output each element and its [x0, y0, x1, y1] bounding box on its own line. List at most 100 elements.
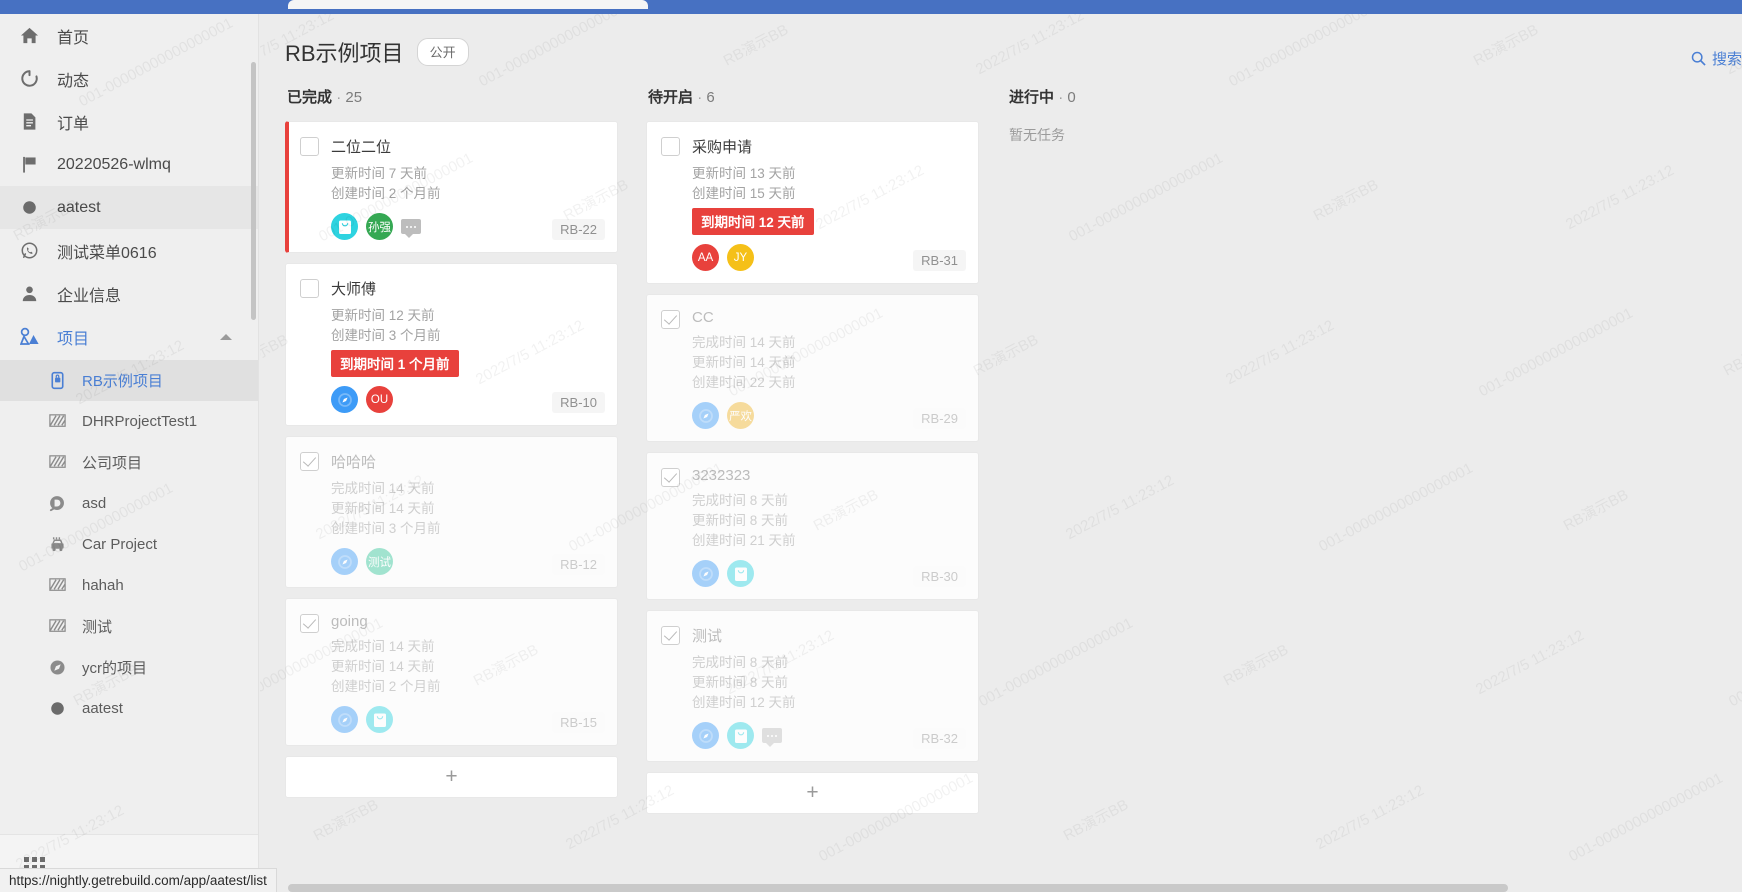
sidebar-project-1[interactable]: DHRProjectTest1: [0, 401, 258, 442]
card-meta-line: 创建时间 22 天前: [692, 375, 796, 390]
whatsapp-icon: [20, 240, 46, 262]
task-checkbox[interactable]: [661, 137, 680, 156]
browser-tab[interactable]: [288, 0, 648, 9]
card-meta: 完成时间 14 天前 更新时间 14 天前 创建时间 22 天前: [692, 333, 964, 393]
card-meta: 更新时间 12 天前 创建时间 3 个月前: [331, 306, 603, 346]
title-row: RB示例项目 公开: [285, 36, 1742, 68]
stripes-icon: [48, 575, 72, 597]
sidebar-item-4[interactable]: aatest: [0, 186, 258, 229]
task-card[interactable]: 哈哈哈 完成时间 14 天前 更新时间 14 天前 创建时间 3 个月前 测试 RB…: [285, 436, 618, 588]
avatar[interactable]: 严欢: [727, 402, 754, 429]
column-count: 0: [1067, 89, 1076, 106]
compass-icon: [337, 392, 352, 407]
avatar[interactable]: 测试: [366, 548, 393, 575]
horizontal-scrollbar[interactable]: [288, 884, 1508, 892]
task-card[interactable]: CC 完成时间 14 天前 更新时间 14 天前 创建时间 22 天前 严欢 RB-…: [646, 294, 979, 442]
sidebar-project-5[interactable]: hahah: [0, 565, 258, 606]
task-checkbox[interactable]: [661, 310, 680, 329]
avatar[interactable]: OU: [366, 386, 393, 413]
sidebar-item-label: 测试菜单0616: [57, 244, 157, 262]
card-meta-line: 更新时间 14 天前: [331, 659, 435, 674]
card-meta-line: 创建时间 3 个月前: [331, 328, 441, 343]
task-card[interactable]: 3232323 完成时间 8 天前 更新时间 8 天前 创建时间 21 天前 RB-…: [646, 452, 979, 600]
avatar[interactable]: [331, 386, 358, 413]
task-card[interactable]: 二位二位 更新时间 7 天前 创建时间 2 个月前 孙强 RB-22: [285, 121, 618, 253]
task-checkbox[interactable]: [300, 452, 319, 471]
due-badge: 到期时间 1 个月前: [331, 350, 459, 377]
task-card[interactable]: 采购申请 更新时间 13 天前 创建时间 15 天前 到期时间 12 天前 AA J…: [646, 121, 979, 284]
avatar[interactable]: [727, 722, 754, 749]
card-meta: 完成时间 8 天前 更新时间 8 天前 创建时间 21 天前: [692, 491, 964, 551]
task-checkbox[interactable]: [300, 137, 319, 156]
sidebar-group-projects[interactable]: 项目: [0, 315, 258, 358]
sidebar-item-label: aatest: [57, 198, 101, 216]
task-checkbox[interactable]: [300, 279, 319, 298]
card-meta-line: 更新时间 8 天前: [692, 675, 789, 690]
compass-icon: [698, 408, 713, 423]
card-title: 3232323: [692, 467, 751, 484]
avatar[interactable]: [692, 722, 719, 749]
avatar[interactable]: 孙强: [366, 213, 393, 240]
sidebar-item-label: 首页: [57, 29, 90, 47]
sidebar-item-5[interactable]: 测试菜单0616: [0, 229, 258, 272]
avatar[interactable]: [692, 402, 719, 429]
sidebar-item-3[interactable]: 20220526-wlmq: [0, 143, 258, 186]
avatar[interactable]: AA: [692, 244, 719, 271]
comment-icon[interactable]: [762, 728, 782, 747]
avatar[interactable]: [331, 706, 358, 733]
column-title: 进行中: [1009, 89, 1055, 106]
avatar[interactable]: [331, 213, 358, 240]
card-meta-line: 创建时间 21 天前: [692, 533, 796, 548]
sidebar-scrollbar[interactable]: [251, 62, 256, 320]
sidebar-project-label: 测试: [82, 619, 113, 636]
sidebar-project-7[interactable]: ycr的项目: [0, 647, 258, 688]
card-title: 大师傅: [331, 281, 377, 298]
stripes-icon: [48, 411, 72, 433]
avatar[interactable]: [331, 548, 358, 575]
activity-icon: [20, 68, 46, 90]
chevron-up-icon[interactable]: [220, 333, 232, 340]
card-meta-line: 创建时间 12 天前: [692, 695, 796, 710]
task-card[interactable]: 测试 完成时间 8 天前 更新时间 8 天前 创建时间 12 天前 RB-32: [646, 610, 979, 762]
card-title: CC: [692, 309, 714, 326]
add-task-button[interactable]: +: [285, 756, 618, 798]
task-checkbox[interactable]: [661, 468, 680, 487]
avatar[interactable]: [727, 560, 754, 587]
sidebar-project-4[interactable]: Car Project: [0, 524, 258, 565]
avatar[interactable]: [692, 560, 719, 587]
card-meta-line: 更新时间 7 天前: [331, 166, 428, 181]
task-card[interactable]: going 完成时间 14 天前 更新时间 14 天前 创建时间 2 个月前 RB-…: [285, 598, 618, 746]
card-id-tag: RB-15: [552, 712, 605, 733]
card-title: 二位二位: [331, 139, 392, 156]
add-task-button[interactable]: +: [646, 772, 979, 814]
sidebar-project-2[interactable]: 公司项目: [0, 442, 258, 483]
task-checkbox[interactable]: [661, 626, 680, 645]
sidebar-item-0[interactable]: 首页: [0, 14, 258, 57]
task-checkbox[interactable]: [300, 614, 319, 633]
sidebar-project-6[interactable]: 测试: [0, 606, 258, 647]
sidebar-item-2[interactable]: 订单: [0, 100, 258, 143]
sidebar-project-3[interactable]: asd: [0, 483, 258, 524]
due-badge: 到期时间 12 天前: [692, 208, 814, 235]
column-separator: ·: [697, 89, 703, 106]
badge-icon: [338, 220, 351, 234]
home-icon: [20, 25, 46, 47]
browser-top-bar: [0, 0, 1742, 14]
column-count: 25: [345, 89, 363, 106]
sidebar-project-0[interactable]: RB示例项目: [0, 360, 258, 401]
sidebar-project-8[interactable]: aatest: [0, 688, 258, 729]
avatar[interactable]: [366, 706, 393, 733]
sidebar-item-1[interactable]: 动态: [0, 57, 258, 100]
page-title: RB示例项目: [285, 41, 404, 66]
circle-icon: [20, 197, 46, 219]
card-meta-line: 完成时间 14 天前: [331, 481, 435, 496]
search-button[interactable]: 搜索: [1691, 48, 1742, 69]
sidebar-project-label: Car Project: [82, 536, 158, 553]
card-meta-line: 更新时间 14 天前: [331, 501, 435, 516]
sidebar-item-6[interactable]: 企业信息: [0, 272, 258, 315]
sidebar-item-label: 订单: [57, 115, 90, 133]
sidebar-project-label: ycr的项目: [82, 660, 147, 677]
comment-icon[interactable]: [401, 219, 421, 238]
avatar[interactable]: JY: [727, 244, 754, 271]
task-card[interactable]: 大师傅 更新时间 12 天前 创建时间 3 个月前 到期时间 1 个月前 OU R…: [285, 263, 618, 426]
